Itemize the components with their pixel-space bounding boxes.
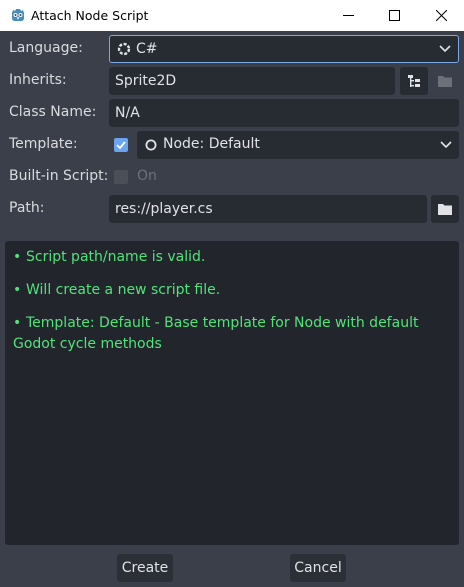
validation-messages-panel: • Script path/name is valid. • Will create… [5,241,459,545]
bullet-icon: • [13,315,22,331]
template-select[interactable]: Node: Default [137,131,459,159]
class-name-label: Class Name: [9,104,97,120]
chevron-down-icon [440,141,452,149]
language-select[interactable]: C# [109,35,459,63]
attach-node-script-dialog: Attach Node Script Language: C# Inherits… [0,0,464,587]
message-item: • Will create a new script file. [13,280,451,301]
cancel-button[interactable]: Cancel [290,554,346,582]
csharp-icon [117,42,131,56]
minimize-icon [342,15,354,16]
class-name-input[interactable]: N/A [109,99,459,127]
message-item: • Template: Default - Base template for N… [13,315,419,352]
template-value: Node: Default [163,136,260,152]
folder-icon [438,76,452,87]
language-label: Language: [9,40,83,56]
message-item: • Script path/name is valid. [13,247,451,268]
inherits-label: Inherits: [9,72,67,88]
builtin-script-on-label: On [137,168,157,184]
bullet-icon: • [13,249,22,265]
inherits-browse-button[interactable] [431,67,459,95]
template-label: Template: [9,136,78,152]
checkmark-icon [116,141,126,150]
language-value: C# [136,41,158,57]
class-tree-icon [408,75,420,87]
minimize-button[interactable] [325,0,371,31]
maximize-button[interactable] [371,0,417,31]
template-circle-icon [145,139,157,151]
folder-icon [438,204,452,215]
path-label: Path: [9,200,45,216]
close-icon [435,10,447,21]
path-input[interactable]: res://player.cs [109,195,427,223]
builtin-script-label: Built-in Script: [9,168,109,184]
path-browse-button[interactable] [431,195,459,223]
class-tree-button[interactable] [400,67,428,95]
template-checkbox[interactable] [114,138,128,152]
chevron-down-icon [439,45,451,53]
godot-icon [10,7,26,23]
close-button[interactable] [418,0,464,31]
create-button[interactable]: Create [117,554,173,582]
window-title: Attach Node Script [31,8,149,23]
inherits-input[interactable]: Sprite2D [109,67,395,95]
bullet-icon: • [13,282,22,298]
title-bar: Attach Node Script [0,0,464,31]
maximize-icon [388,10,400,21]
builtin-script-checkbox[interactable] [114,170,128,184]
